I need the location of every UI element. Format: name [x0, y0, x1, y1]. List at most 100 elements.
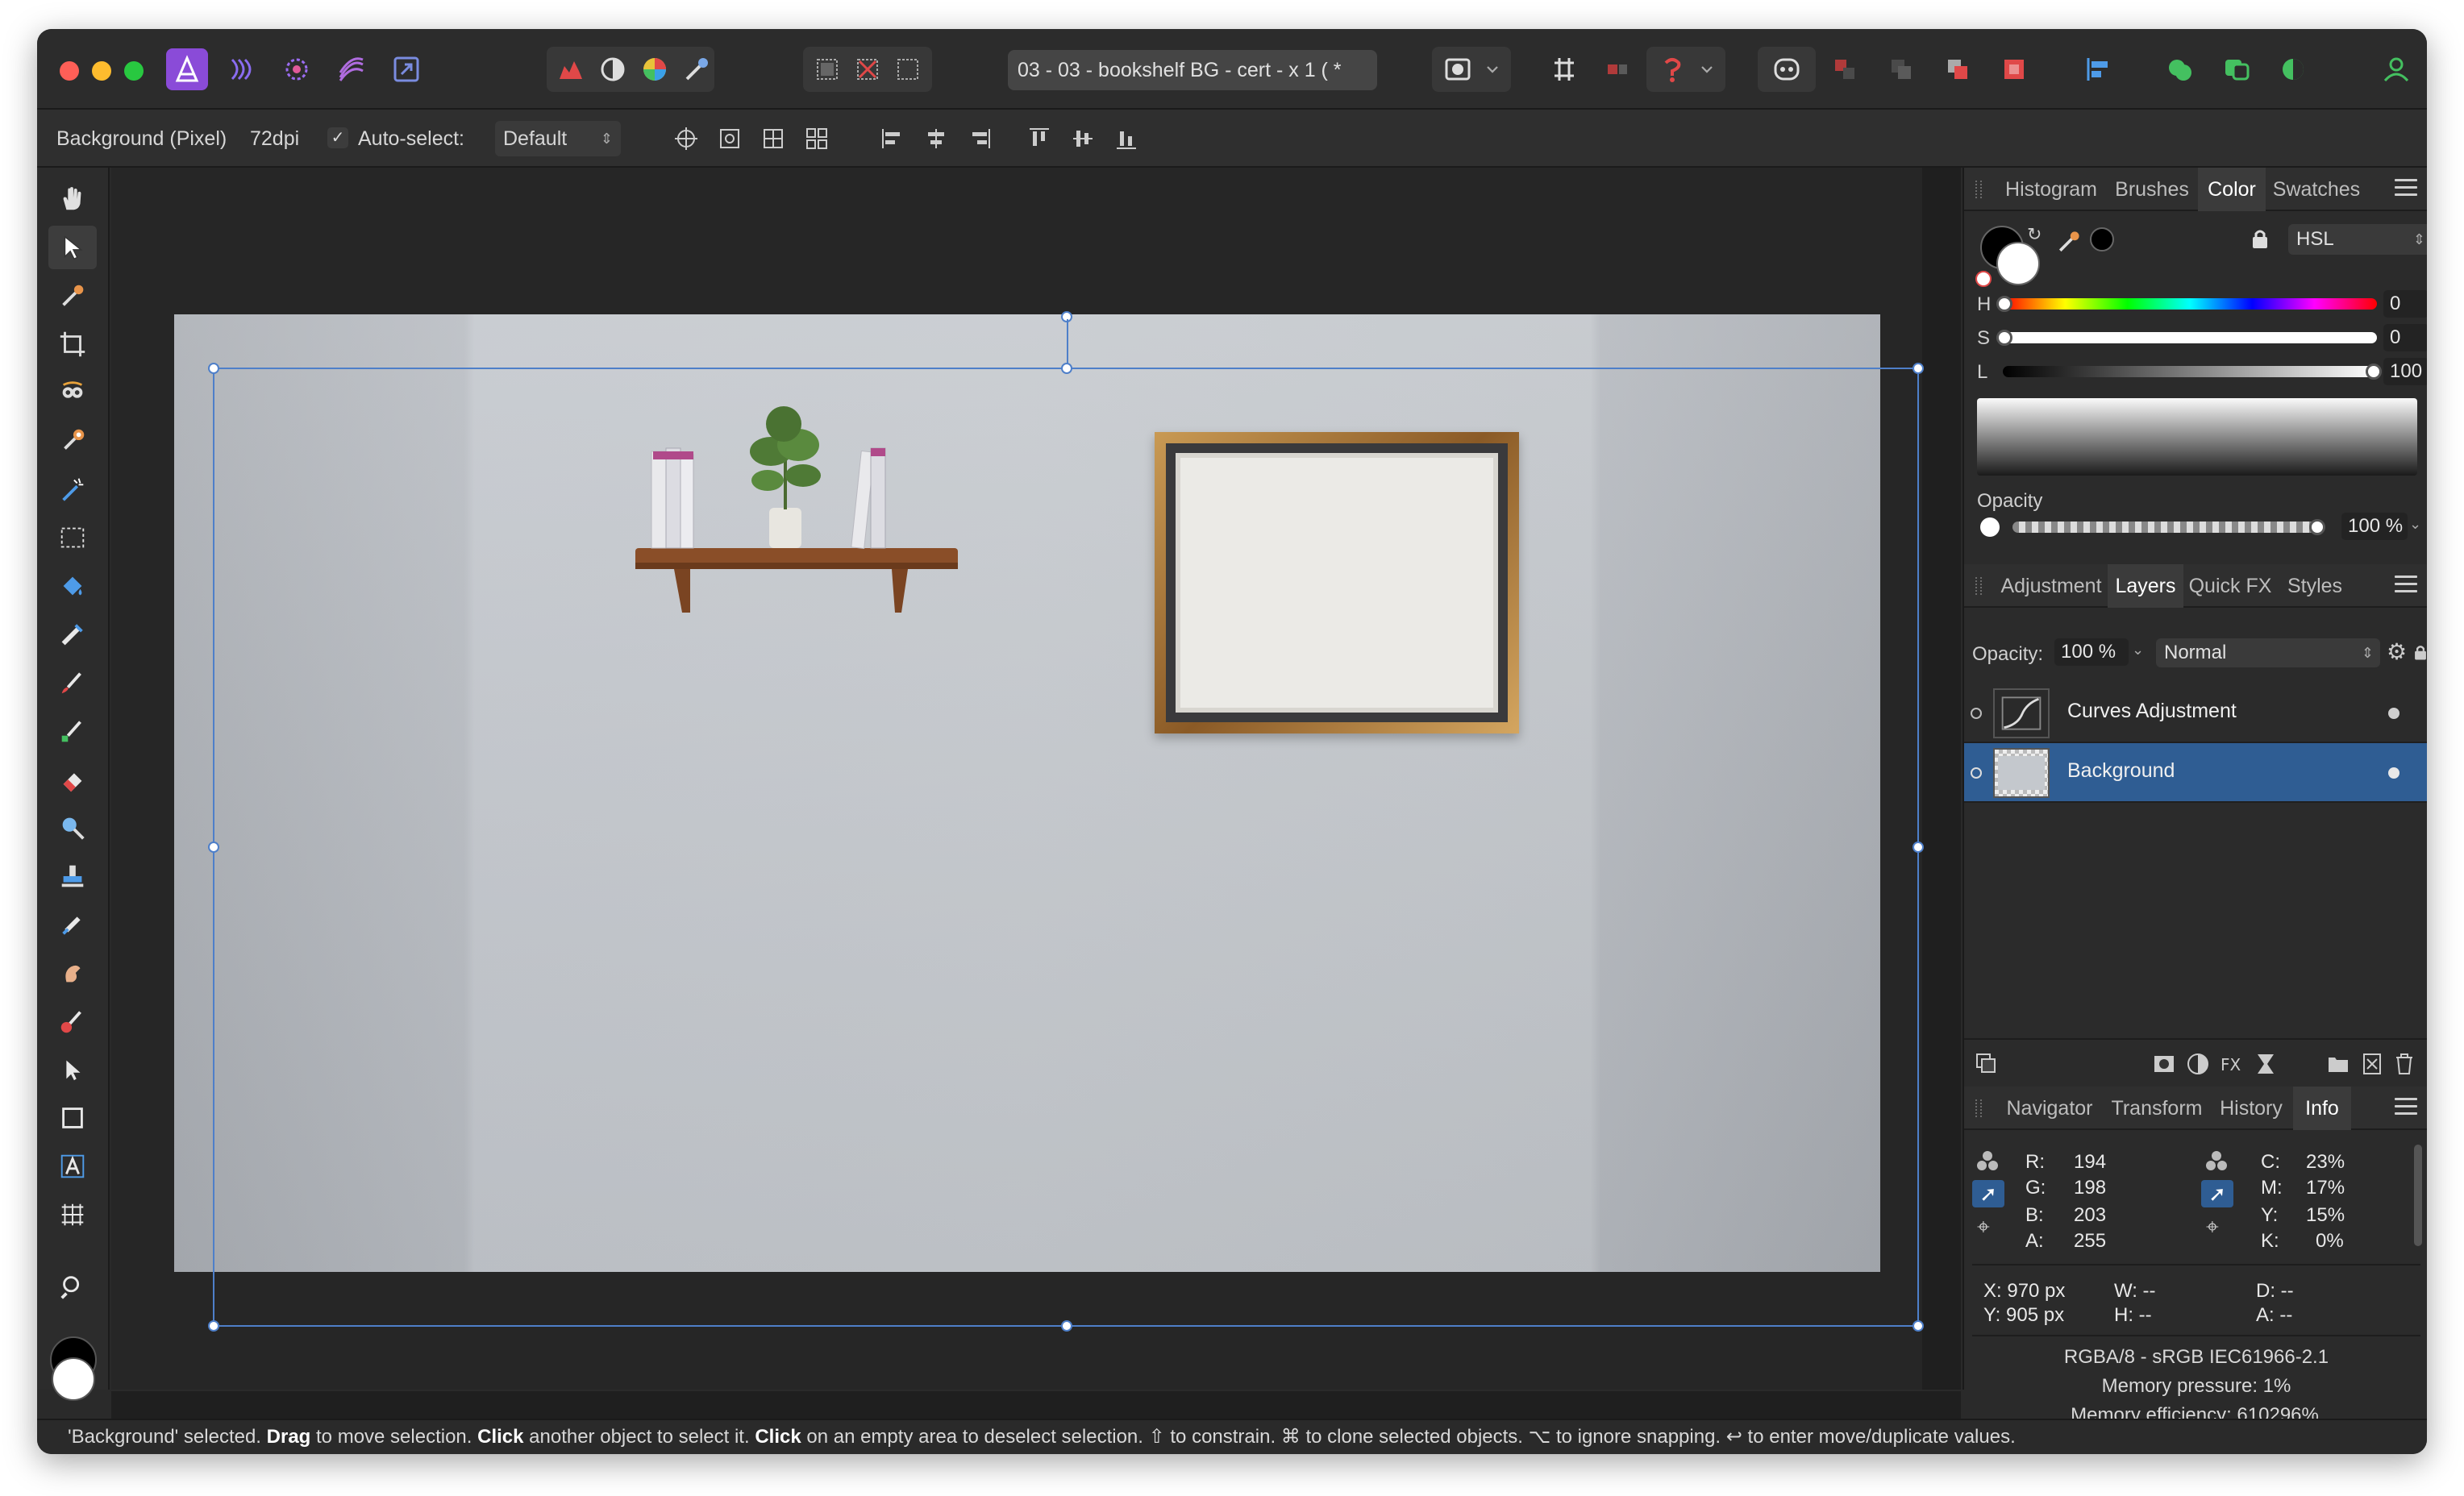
color-model-dropdown[interactable]: HSL ⇕ — [2288, 224, 2427, 255]
lock-layer-icon[interactable] — [2412, 642, 2427, 664]
color-opacity-slider[interactable] — [2012, 522, 2319, 533]
select-all-icon[interactable] — [806, 48, 848, 90]
photo-persona-icon[interactable] — [166, 48, 208, 90]
selection-bounding-box[interactable] — [208, 311, 1924, 1332]
red-eye-tool-icon[interactable] — [48, 999, 97, 1043]
artistic-text-tool-icon[interactable] — [48, 1145, 97, 1188]
lock-icon[interactable] — [2250, 227, 2270, 251]
swap-colors-icon[interactable]: ↻ — [2027, 224, 2042, 245]
auto-select-checkbox[interactable]: ✓ — [327, 127, 348, 148]
minimize-window-button[interactable] — [92, 61, 111, 81]
horizontal-scrollbar[interactable] — [111, 1391, 1961, 1419]
assistant-dropdown-icon[interactable] — [1695, 48, 1719, 90]
tab-brushes[interactable]: Brushes — [2108, 168, 2196, 211]
move-to-back-icon[interactable] — [1824, 48, 1866, 90]
zoom-window-button[interactable] — [124, 61, 144, 81]
magic-wand-tool-icon[interactable] — [48, 468, 97, 511]
boolean-subtract-icon[interactable] — [2216, 48, 2258, 90]
auto-select-dropdown[interactable]: Default ⇕ — [495, 121, 621, 156]
paint-brush-tool-icon[interactable] — [48, 661, 97, 704]
export-persona-icon[interactable] — [385, 48, 427, 90]
cmyk-crosshair-icon[interactable]: ⌖ — [2206, 1214, 2219, 1240]
zoom-tool-icon[interactable] — [48, 1265, 97, 1309]
panel-grip-icon[interactable] — [1975, 577, 1982, 595]
layer-opacity-field[interactable]: 100 % — [2054, 638, 2129, 666]
document-title[interactable]: 03 - 03 - bookshelf BG - cert - x 1 ( * — [1008, 50, 1377, 90]
force-pixel-alignment-icon[interactable] — [1596, 48, 1638, 90]
auto-contrast-icon[interactable] — [592, 48, 634, 90]
levels-icon[interactable] — [550, 48, 592, 90]
close-window-button[interactable] — [60, 61, 79, 81]
rgb-pointer-target-icon[interactable]: ➚ — [1972, 1180, 2004, 1207]
align-top-icon[interactable] — [1022, 123, 1056, 155]
layer-visible-dot[interactable] — [2388, 767, 2399, 779]
erase-brush-tool-icon[interactable] — [48, 758, 97, 801]
dodge-tool-icon[interactable] — [48, 806, 97, 850]
account-icon[interactable] — [2375, 48, 2417, 90]
flood-select-tool-icon[interactable] — [48, 419, 97, 463]
fx-icon[interactable]: FX — [2219, 1051, 2245, 1077]
boolean-add-icon[interactable] — [2159, 48, 2201, 90]
selection-handle-bottom[interactable] — [1061, 1320, 1072, 1332]
tab-info[interactable]: Info — [2293, 1087, 2351, 1130]
tab-layers[interactable]: Layers — [2108, 564, 2183, 608]
view-tool-hand-icon[interactable] — [48, 177, 97, 221]
transform-origin-icon[interactable] — [669, 123, 703, 155]
layer-visibility-icon[interactable] — [1971, 708, 1982, 719]
gradient-tool-icon[interactable] — [48, 613, 97, 656]
add-group-icon[interactable] — [2325, 1051, 2351, 1077]
marquee-tool-icon[interactable] — [48, 516, 97, 559]
move-to-front-icon[interactable] — [1993, 48, 2035, 90]
quick-mask-icon[interactable] — [1437, 48, 1479, 90]
node-tool-icon[interactable] — [48, 1048, 97, 1091]
show-selection-box-icon[interactable] — [756, 123, 790, 155]
layer-row[interactable]: Background — [1964, 743, 2427, 803]
cmyk-source-icon[interactable] — [2204, 1149, 2229, 1172]
tab-quick-fx[interactable]: Quick FX — [2185, 564, 2275, 608]
color-spectrum-box[interactable] — [1977, 398, 2417, 476]
adjustment-icon[interactable] — [2185, 1051, 2211, 1077]
develop-persona-icon[interactable] — [276, 48, 318, 90]
align-icon[interactable] — [2077, 48, 2119, 90]
rgb-crosshair-icon[interactable]: ⌖ — [1977, 1214, 1990, 1240]
tab-transform[interactable]: Transform — [2104, 1087, 2209, 1130]
saturation-value-field[interactable]: 0 — [2383, 324, 2427, 351]
auto-color-icon[interactable] — [634, 48, 676, 90]
selection-handle-bottom-left[interactable] — [208, 1320, 219, 1332]
no-color-icon[interactable] — [1975, 271, 1992, 287]
assistant-icon[interactable] — [1651, 48, 1693, 90]
move-tool-icon[interactable] — [48, 226, 97, 269]
align-right-icon[interactable] — [963, 123, 997, 155]
align-middle-icon[interactable] — [1066, 123, 1100, 155]
selection-handle-top[interactable] — [1061, 363, 1072, 374]
healing-brush-tool-icon[interactable] — [48, 903, 97, 946]
eyedropper-icon[interactable] — [2054, 227, 2083, 256]
saturation-slider-knob[interactable] — [1996, 330, 2012, 346]
tab-adjustment[interactable]: Adjustment — [1996, 564, 2106, 608]
quick-mask-dropdown-icon[interactable] — [1480, 48, 1505, 90]
hue-slider-knob[interactable] — [1996, 296, 2012, 312]
move-forward-one-icon[interactable] — [1937, 48, 1979, 90]
stroke-color-well[interactable] — [1996, 242, 2040, 285]
color-picker-tool-icon[interactable] — [48, 274, 97, 318]
distribute-icon[interactable] — [800, 123, 834, 155]
panel-grip-icon[interactable] — [1975, 181, 1982, 198]
lightness-slider[interactable] — [2003, 366, 2377, 377]
saturation-slider[interactable] — [2003, 332, 2377, 343]
selection-handle-right[interactable] — [1913, 842, 1924, 853]
align-bottom-icon[interactable] — [1109, 123, 1143, 155]
lightness-value-field[interactable]: 100 — [2383, 358, 2427, 385]
picked-color-swatch[interactable] — [2090, 227, 2114, 251]
deselect-icon[interactable] — [847, 48, 889, 90]
panel-menu-icon[interactable] — [2395, 1098, 2417, 1117]
align-left-icon[interactable] — [876, 123, 909, 155]
snapping-icon[interactable] — [1543, 48, 1585, 90]
selection-handle-bottom-right[interactable] — [1913, 1320, 1924, 1332]
tone-mapping-persona-icon[interactable] — [331, 48, 373, 90]
selection-handle-left[interactable] — [208, 842, 219, 853]
hue-value-field[interactable]: 0 — [2383, 290, 2427, 318]
color-opacity-dropdown-icon[interactable]: ⌄ — [2409, 516, 2421, 533]
tab-color[interactable]: Color — [2198, 168, 2266, 211]
tab-histogram[interactable]: Histogram — [1996, 168, 2106, 211]
selection-handle-top-left[interactable] — [208, 363, 219, 374]
